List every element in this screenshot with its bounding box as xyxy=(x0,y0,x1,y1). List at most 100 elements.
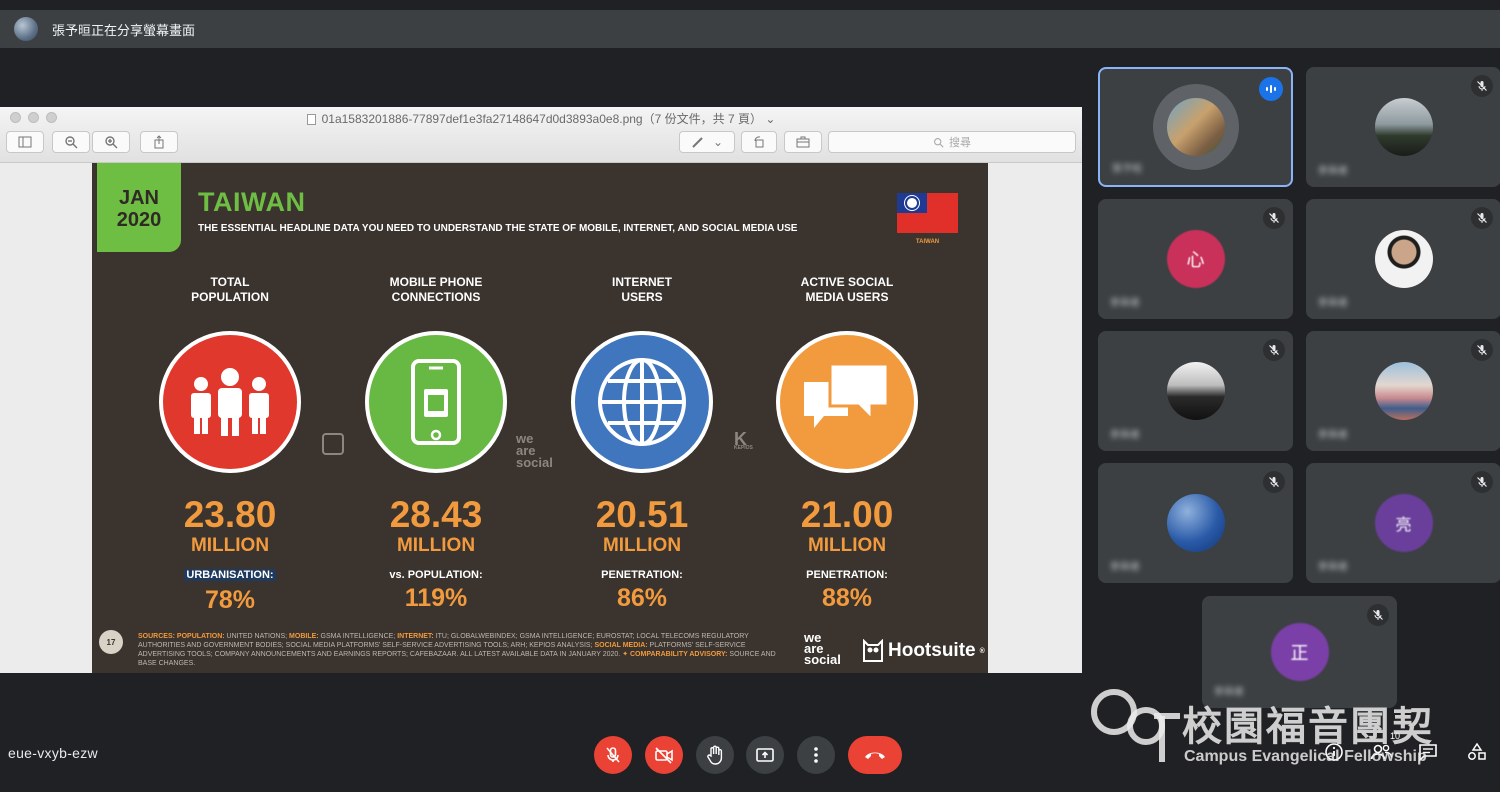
hootsuite-logo: Hootsuite ® xyxy=(862,639,985,663)
participants-button[interactable] xyxy=(1370,742,1392,762)
participant-avatar: 正 xyxy=(1270,623,1329,681)
sidebar-icon xyxy=(18,136,32,148)
activities-button[interactable] xyxy=(1466,742,1488,762)
sources-segment: GSMA INTELLIGENCE; xyxy=(318,633,398,640)
share-button[interactable] xyxy=(140,131,178,153)
page-number: 17 xyxy=(99,630,123,654)
shapes-icon xyxy=(1468,742,1486,760)
stat-label: TOTAL POPULATION xyxy=(191,275,269,304)
participant-avatar xyxy=(1166,362,1225,420)
present-screen-icon xyxy=(756,748,774,762)
participant-tile[interactable]: 參與者 xyxy=(1306,199,1500,319)
more-options-button[interactable] xyxy=(797,736,835,774)
date-badge: JAN 2020 xyxy=(97,163,181,252)
stat-sub-value: 86% xyxy=(616,584,668,612)
info-icon xyxy=(1325,743,1343,761)
sidebar-toggle-button[interactable] xyxy=(6,131,44,153)
participant-avatar xyxy=(1166,494,1225,552)
stat-total-population: TOTAL POPULATION 23.80 MILLION URBANISATI… xyxy=(130,275,330,615)
stat-sub-value: 119% xyxy=(404,584,468,612)
date-month: JAN xyxy=(118,187,159,209)
people-icon xyxy=(1370,744,1392,760)
leave-call-button[interactable] xyxy=(848,736,902,774)
rotate-icon xyxy=(754,136,764,148)
slide-title: TAIWAN xyxy=(198,187,306,217)
globe-icon xyxy=(571,331,713,473)
participant-tile[interactable]: 亮 參與者 xyxy=(1306,463,1500,583)
participant-name: 參與者 xyxy=(1110,562,1140,573)
speaking-indicator-icon xyxy=(1259,77,1283,101)
participant-tile[interactable]: 參與者 xyxy=(1306,331,1500,451)
slide-subtitle: THE ESSENTIAL HEADLINE DATA YOU NEED TO … xyxy=(198,223,798,234)
chevron-down-icon[interactable]: ⌄ xyxy=(765,112,775,126)
participant-tile[interactable]: 參與者 xyxy=(1306,67,1500,187)
sources-text: SOURCES: POPULATION: UNITED NATIONS; MOB… xyxy=(138,632,788,668)
stat-value: 28.43 xyxy=(389,494,483,535)
chevron-down-icon: ⌄ xyxy=(712,135,724,149)
presentation-banner-text: 張予晅正在分享螢幕畫面 xyxy=(52,22,196,38)
kepios-watermark-icon: K KEPIOS xyxy=(734,429,753,451)
preview-toolbar: 01a1583201886-77897def1e3fa27148647d0d38… xyxy=(0,107,1082,163)
zoom-in-button[interactable] xyxy=(92,131,130,153)
mobile-phone-icon xyxy=(365,331,507,473)
stat-label: ACTIVE SOCIAL MEDIA USERS xyxy=(800,275,894,304)
people-icon xyxy=(159,331,301,473)
markup-button[interactable]: ⌄ xyxy=(679,131,735,153)
mic-muted-icon xyxy=(1367,604,1389,626)
participant-avatar: 心 xyxy=(1166,230,1225,288)
present-screen-button[interactable] xyxy=(746,736,784,774)
zoom-out-button[interactable] xyxy=(52,131,90,153)
toolbox-button[interactable] xyxy=(784,131,822,153)
mic-muted-icon xyxy=(1471,207,1493,229)
stat-unit: MILLION xyxy=(807,535,887,556)
sources-segment: POPULATION: xyxy=(176,633,225,640)
hand-icon xyxy=(707,745,723,765)
raise-hand-button[interactable] xyxy=(696,736,734,774)
stat-sub-label: PENETRATION: xyxy=(601,569,683,581)
participant-tile[interactable]: 參與者 xyxy=(1098,463,1293,583)
taiwan-flag-icon xyxy=(897,193,958,233)
stat-social-media-users: ACTIVE SOCIAL MEDIA USERS 21.00 MILLION P… xyxy=(747,275,947,613)
search-field[interactable]: 搜尋 xyxy=(828,131,1076,153)
stat-label: MOBILE PHONE CONNECTIONS xyxy=(389,275,483,304)
search-placeholder: 搜尋 xyxy=(949,137,971,149)
participant-tile[interactable]: 參與者 xyxy=(1098,331,1293,451)
meeting-code: eue-vxyb-ezw xyxy=(8,745,98,761)
document-file-info: （7 份文件，共 7 頁） xyxy=(642,112,762,126)
microphone-toggle-button[interactable] xyxy=(594,736,632,774)
file-icon xyxy=(306,114,316,126)
mic-muted-icon xyxy=(1471,339,1493,361)
stat-sub-label: vs. POPULATION: xyxy=(389,569,483,581)
sources-segment: SOCIAL MEDIA: xyxy=(594,642,648,649)
participant-name: 參與者 xyxy=(1318,562,1348,573)
stat-sub-label: PENETRATION: xyxy=(806,569,888,581)
chat-button[interactable] xyxy=(1418,742,1438,762)
chat-icon xyxy=(1419,744,1437,762)
hang-up-icon xyxy=(865,752,885,759)
mic-muted-icon xyxy=(1263,207,1285,229)
search-icon xyxy=(934,137,944,148)
meeting-details-button[interactable] xyxy=(1324,742,1344,762)
participant-name: 參與者 xyxy=(1318,298,1348,309)
stat-sub-value: 78% xyxy=(204,586,256,614)
rotate-button[interactable] xyxy=(741,131,777,153)
participant-tile-speaking[interactable]: 張予晅 xyxy=(1098,67,1293,187)
stat-unit: MILLION xyxy=(396,535,476,556)
participant-avatar: 亮 xyxy=(1374,494,1433,552)
participant-tile[interactable]: 正 參與者 xyxy=(1202,596,1397,708)
chat-bubbles-icon xyxy=(776,331,918,473)
mic-off-icon xyxy=(606,747,620,763)
presentation-banner: 張予晅正在分享螢幕畫面 xyxy=(0,10,1500,48)
participant-avatar xyxy=(1374,230,1433,288)
stat-unit: MILLION xyxy=(190,535,270,556)
stat-sub-label: URBANISATION: xyxy=(184,569,276,581)
owl-icon xyxy=(863,639,883,662)
mic-muted-icon xyxy=(1471,471,1493,493)
participant-name: 參與者 xyxy=(1110,298,1140,309)
participant-tile[interactable]: 心 參與者 xyxy=(1098,199,1293,319)
participant-avatar xyxy=(1374,362,1433,420)
pen-icon xyxy=(692,137,703,148)
camera-toggle-button[interactable] xyxy=(645,736,683,774)
participant-name: 參與者 xyxy=(1214,687,1244,698)
presenter-avatar xyxy=(14,17,38,41)
